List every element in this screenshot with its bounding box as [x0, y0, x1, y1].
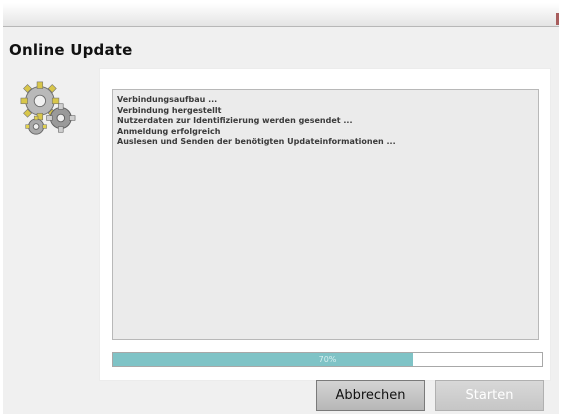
gear-bottom: [25, 115, 47, 135]
log-textarea[interactable]: Verbindungsaufbau ... Verbindung hergest…: [112, 89, 539, 340]
titlebar-corner-mark: [556, 13, 559, 25]
log-line: Verbindung hergestellt: [117, 105, 222, 115]
update-window: Online Update Verbindungsaufbau ... Verb…: [3, 3, 559, 414]
log-line: Anmeldung erfolgreich: [117, 126, 221, 136]
start-button[interactable]: Starten: [435, 380, 544, 411]
log-panel: Verbindungsaufbau ... Verbindung hergest…: [99, 68, 551, 381]
log-line: Auslesen und Senden der benötigten Updat…: [117, 137, 396, 146]
log-line: Nutzerdaten zur Identifizierung werden g…: [117, 116, 353, 125]
progress-bar: 70%: [112, 352, 543, 367]
gears-icon: [20, 81, 76, 135]
page-title: Online Update: [9, 41, 133, 59]
log-line: Verbindungsaufbau ...: [117, 95, 218, 104]
window-titlebar[interactable]: [3, 3, 559, 27]
progress-label: 70%: [318, 355, 337, 364]
cancel-button[interactable]: Abbrechen: [316, 380, 425, 411]
